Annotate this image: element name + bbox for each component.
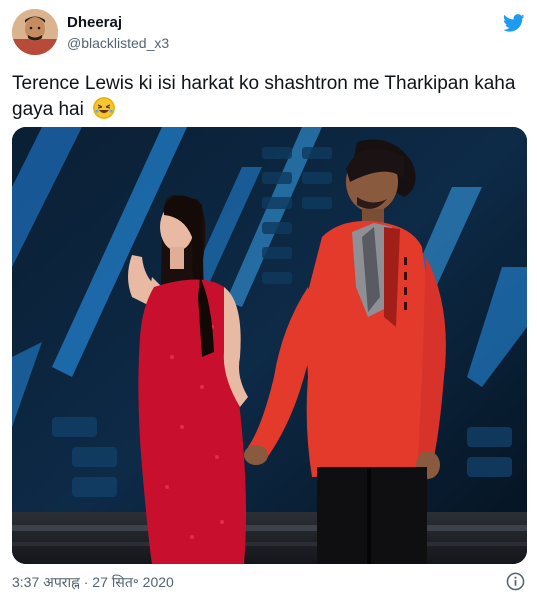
user-name[interactable]: Dheeraj — [67, 14, 122, 31]
tweet-text-line-1: Terence Lewis ki isi harkat ko shashtron… — [12, 73, 516, 94]
user-handle[interactable]: @blacklisted_x3 — [67, 35, 169, 51]
tweet-card: Dheeraj @blacklisted_x3 Terence Lewis ki… — [0, 0, 537, 601]
avatar[interactable] — [12, 9, 58, 55]
twitter-bird-icon[interactable] — [503, 12, 525, 34]
tweet-media-image[interactable] — [12, 127, 527, 564]
tweet-text-line-2: gaya hai — [12, 99, 84, 120]
tweet-timestamp[interactable]: 3:37 अपराह्न · 27 सित॰ 2020 — [12, 573, 174, 592]
rofl-emoji-icon — [93, 97, 116, 119]
tweet-text: Terence Lewis ki isi harkat ko shashtron… — [12, 71, 527, 123]
info-icon[interactable] — [506, 572, 525, 591]
